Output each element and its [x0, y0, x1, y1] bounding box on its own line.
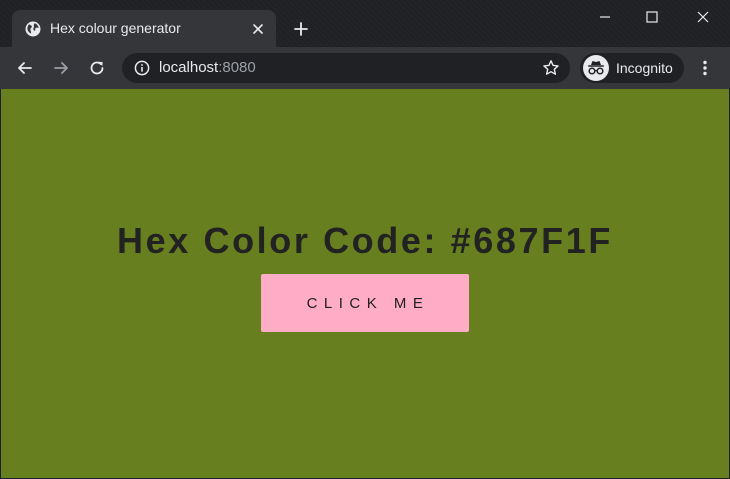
browser-window: Hex colour generator localhost:8080 Inco…	[0, 0, 730, 479]
url-host: localhost	[159, 59, 219, 76]
window-close-icon[interactable]	[680, 0, 726, 34]
minimize-icon[interactable]	[582, 0, 628, 34]
tab-title: Hex colour generator	[50, 20, 181, 36]
globe-icon	[25, 21, 41, 37]
profile-label: Incognito	[616, 60, 673, 76]
tab-hex-colour-generator[interactable]: Hex colour generator	[12, 10, 276, 47]
click-me-button[interactable]: CLICK ME	[261, 274, 469, 332]
new-tab-plus-icon[interactable]	[289, 17, 313, 41]
incognito-icon	[583, 55, 609, 81]
reload-icon[interactable]	[84, 55, 110, 81]
site-info-icon[interactable]	[134, 60, 150, 76]
browser-toolbar: localhost:8080 Incognito	[0, 47, 730, 89]
forward-arrow-icon[interactable]	[48, 55, 74, 81]
back-arrow-icon[interactable]	[12, 55, 38, 81]
url-port: :8080	[218, 59, 256, 76]
hex-code-heading: Hex Color Code: #687F1F	[117, 220, 613, 261]
more-menu-icon[interactable]	[692, 55, 718, 81]
tab-close-icon[interactable]	[248, 19, 268, 39]
incognito-profile-button[interactable]: Incognito	[580, 53, 684, 83]
address-bar[interactable]: localhost:8080	[122, 53, 570, 83]
bookmark-star-icon[interactable]	[542, 59, 560, 77]
url-text: localhost:8080	[159, 59, 256, 76]
tab-strip: Hex colour generator	[0, 0, 730, 47]
maximize-icon[interactable]	[629, 0, 675, 34]
page-viewport: Hex Color Code: #687F1F CLICK ME	[1, 89, 729, 478]
